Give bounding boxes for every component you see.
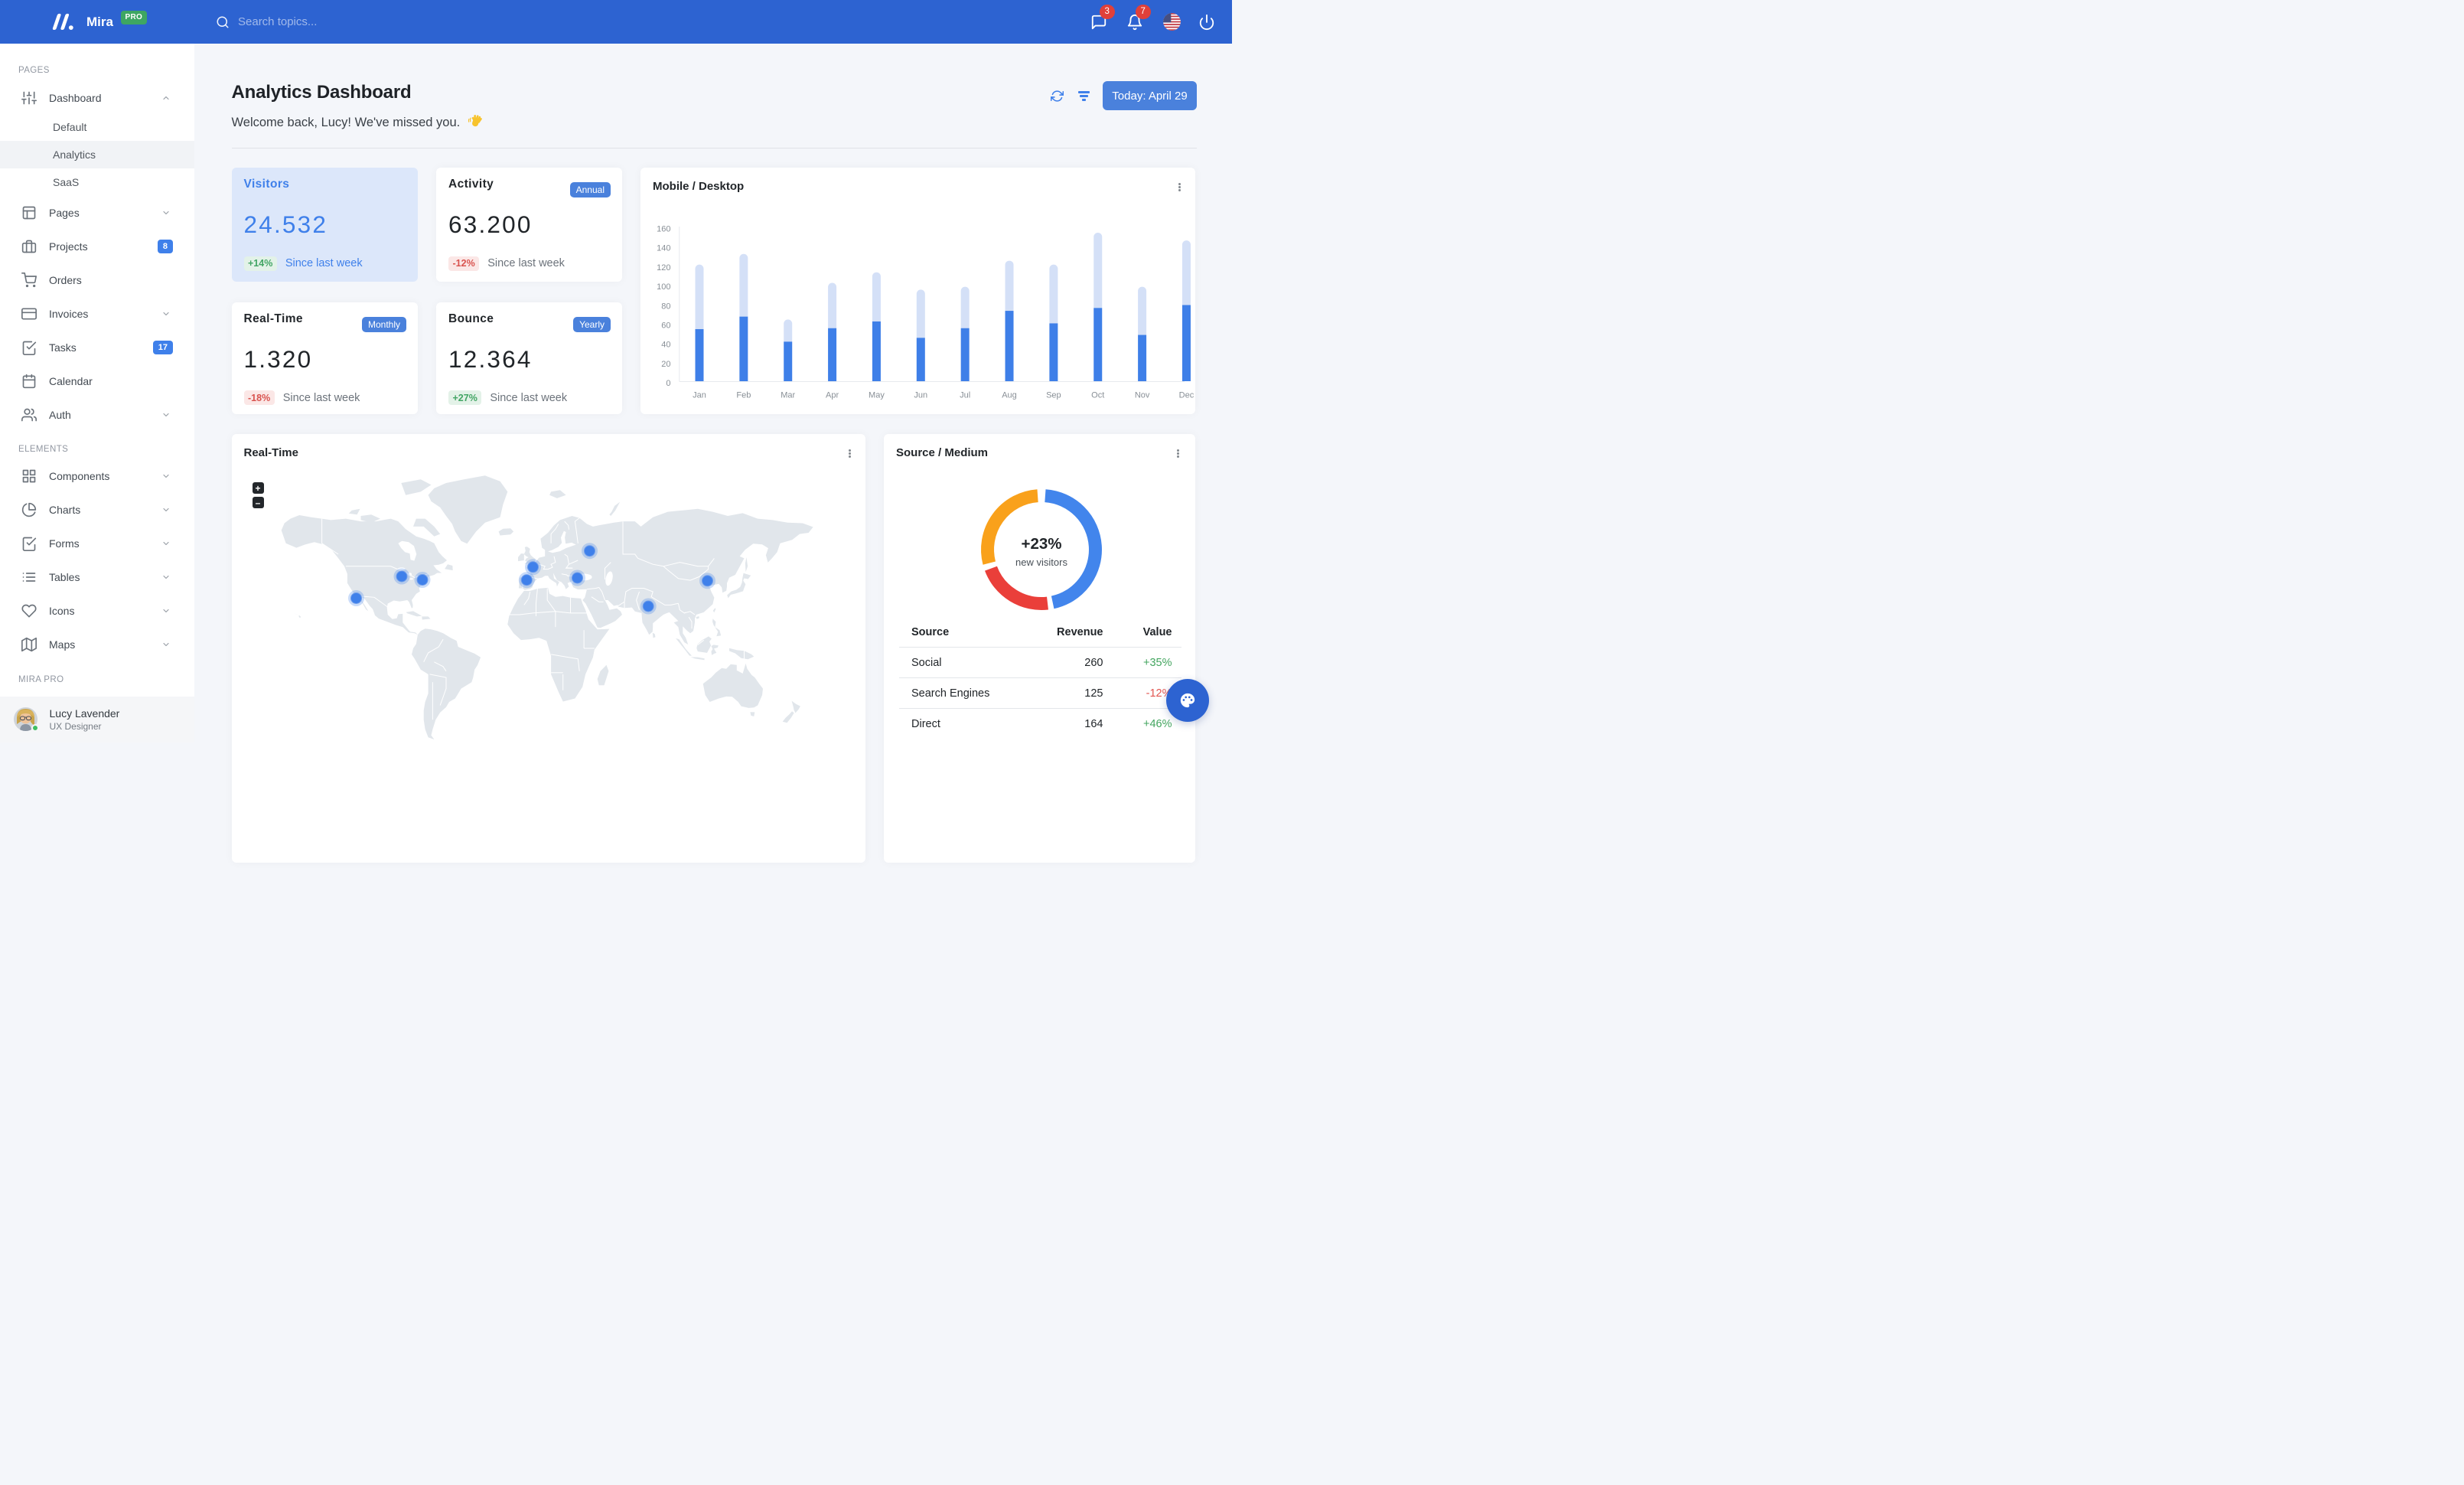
svg-text:Apr: Apr bbox=[826, 391, 839, 400]
svg-text:0: 0 bbox=[666, 379, 670, 388]
svg-text:Jul: Jul bbox=[960, 391, 970, 400]
svg-text:80: 80 bbox=[661, 302, 670, 311]
svg-text:140: 140 bbox=[657, 244, 670, 253]
svg-text:40: 40 bbox=[661, 341, 670, 350]
svg-text:Dec: Dec bbox=[1179, 391, 1195, 400]
svg-text:Nov: Nov bbox=[1135, 391, 1150, 400]
svg-text:Jun: Jun bbox=[914, 391, 927, 400]
svg-text:60: 60 bbox=[661, 321, 670, 330]
svg-text:160: 160 bbox=[657, 225, 670, 234]
svg-text:Jan: Jan bbox=[693, 391, 706, 400]
svg-text:May: May bbox=[869, 391, 885, 400]
svg-text:Sep: Sep bbox=[1046, 391, 1061, 400]
svg-text:100: 100 bbox=[657, 282, 670, 292]
svg-text:120: 120 bbox=[657, 263, 670, 273]
svg-text:Oct: Oct bbox=[1091, 391, 1104, 400]
svg-text:Aug: Aug bbox=[1002, 391, 1017, 400]
svg-text:20: 20 bbox=[661, 360, 670, 369]
svg-text:Feb: Feb bbox=[736, 391, 751, 400]
svg-text:Mar: Mar bbox=[781, 391, 795, 400]
